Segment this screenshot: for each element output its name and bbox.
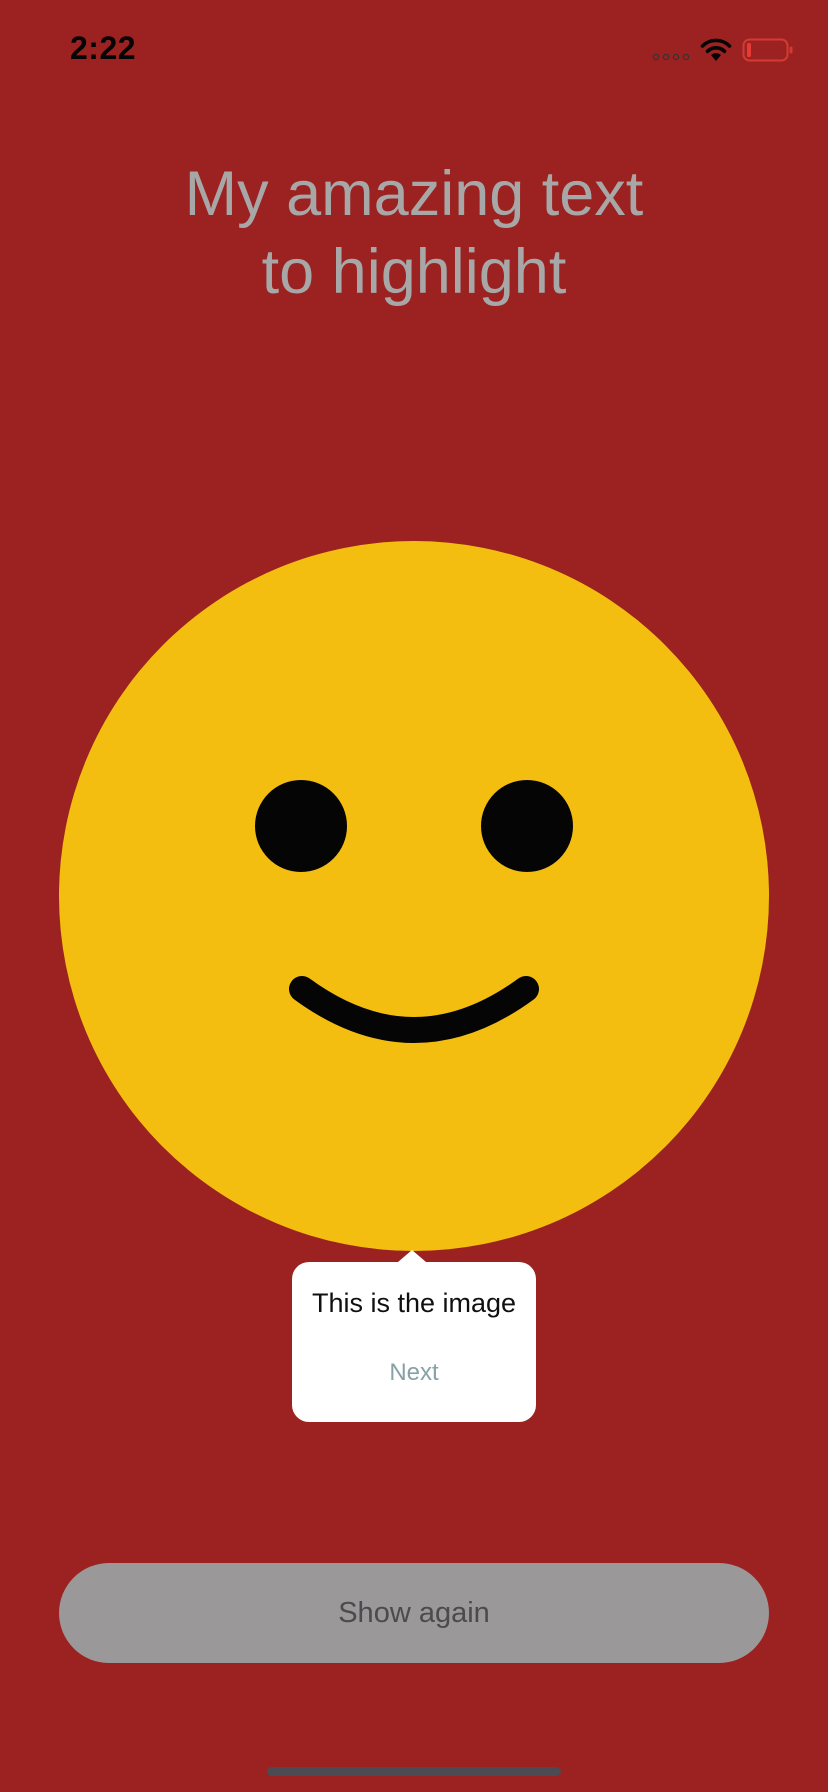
home-indicator: [267, 1767, 561, 1776]
smiley-face-icon: [59, 541, 769, 1251]
battery-icon: [742, 38, 793, 62]
headline-text: My amazing text to highlight: [114, 155, 714, 311]
tooltip-message: This is the image: [311, 1288, 517, 1318]
status-bar: 2:22: [0, 0, 828, 100]
wifi-icon: [700, 38, 732, 61]
cellular-signal-icon: [652, 53, 690, 61]
headline-line-1: My amazing text: [184, 159, 644, 229]
right-eye: [481, 780, 573, 872]
app-screen: 2:22 My amazing text to highlight This i…: [0, 0, 828, 1792]
tooltip-pointer: [398, 1250, 426, 1262]
left-eye: [255, 780, 347, 872]
show-again-button[interactable]: Show again: [59, 1563, 769, 1663]
status-time: 2:22: [70, 30, 137, 66]
tooltip-popover: This is the image Next: [292, 1250, 536, 1422]
headline-line-2: to highlight: [261, 237, 567, 307]
tooltip-next-button[interactable]: Next: [364, 1350, 464, 1396]
face-circle: [59, 541, 769, 1251]
